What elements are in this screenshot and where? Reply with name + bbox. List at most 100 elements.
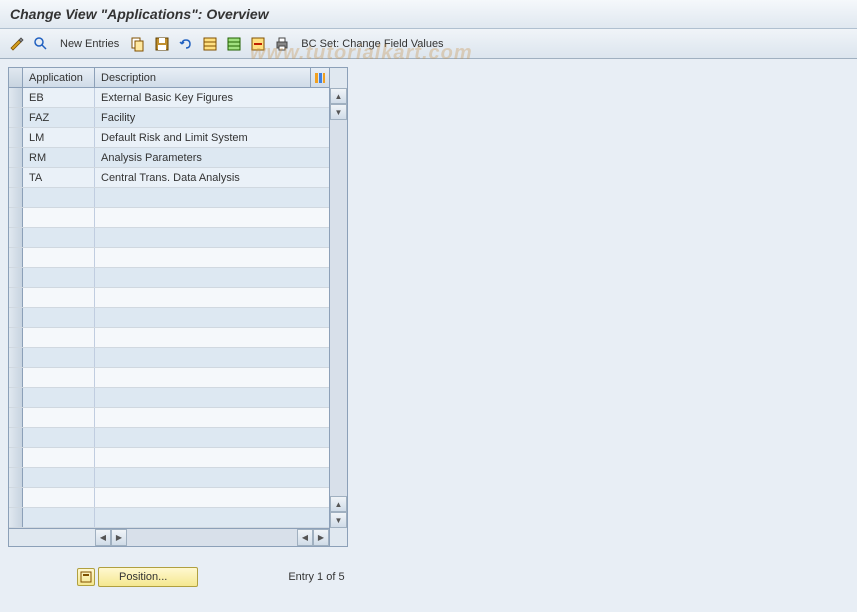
cell-application[interactable] [23, 488, 95, 507]
cell-application[interactable] [23, 248, 95, 267]
column-header-description[interactable]: Description [95, 68, 311, 87]
save-icon[interactable] [153, 35, 171, 53]
table-row: FAZFacility [9, 108, 329, 128]
delete-icon[interactable] [249, 35, 267, 53]
cell-description[interactable]: Facility [95, 108, 329, 127]
row-selector[interactable] [9, 108, 23, 127]
cell-application[interactable]: LM [23, 128, 95, 147]
table-row-empty [9, 208, 329, 228]
cell-application[interactable] [23, 368, 95, 387]
cell-description[interactable] [95, 428, 329, 447]
cell-description[interactable] [95, 288, 329, 307]
cell-application[interactable] [23, 428, 95, 447]
table-row: RMAnalysis Parameters [9, 148, 329, 168]
cell-application[interactable] [23, 468, 95, 487]
cell-application[interactable] [23, 188, 95, 207]
row-selector[interactable] [9, 348, 23, 367]
row-selector[interactable] [9, 288, 23, 307]
cell-description[interactable]: Central Trans. Data Analysis [95, 168, 329, 187]
table-row-empty [9, 508, 329, 528]
row-selector[interactable] [9, 128, 23, 147]
hscroll-left-button[interactable]: ◀ [95, 529, 111, 546]
cell-description[interactable]: Default Risk and Limit System [95, 128, 329, 147]
row-selector[interactable] [9, 328, 23, 347]
cell-application[interactable] [23, 448, 95, 467]
cell-application[interactable] [23, 228, 95, 247]
hscroll-left-button-2[interactable]: ▶ [111, 529, 127, 546]
undo-icon[interactable] [177, 35, 195, 53]
row-selector[interactable] [9, 448, 23, 467]
hscroll-track[interactable] [127, 529, 297, 546]
cell-description[interactable] [95, 448, 329, 467]
select-all-icon[interactable] [201, 35, 219, 53]
row-selector[interactable] [9, 168, 23, 187]
row-selector[interactable] [9, 508, 23, 527]
cell-description[interactable] [95, 328, 329, 347]
row-selector[interactable] [9, 248, 23, 267]
new-entries-button[interactable]: New Entries [56, 36, 123, 52]
cell-description[interactable]: External Basic Key Figures [95, 88, 329, 107]
cell-description[interactable] [95, 268, 329, 287]
cell-description[interactable] [95, 308, 329, 327]
cell-description[interactable] [95, 188, 329, 207]
row-selector[interactable] [9, 368, 23, 387]
print-icon[interactable] [273, 35, 291, 53]
cell-application[interactable]: FAZ [23, 108, 95, 127]
vscroll-track[interactable] [330, 120, 347, 496]
cell-application[interactable]: EB [23, 88, 95, 107]
row-selector[interactable] [9, 468, 23, 487]
table-config-icon[interactable] [311, 68, 329, 87]
cell-application[interactable] [23, 408, 95, 427]
row-selector[interactable] [9, 408, 23, 427]
cell-description[interactable] [95, 368, 329, 387]
toggle-display-icon[interactable] [8, 35, 26, 53]
cell-description[interactable] [95, 248, 329, 267]
cell-description[interactable] [95, 488, 329, 507]
find-icon[interactable] [32, 35, 50, 53]
cell-description[interactable] [95, 408, 329, 427]
row-selector[interactable] [9, 228, 23, 247]
row-selector[interactable] [9, 148, 23, 167]
cell-application[interactable]: TA [23, 168, 95, 187]
cell-application[interactable] [23, 388, 95, 407]
hscroll-right-button[interactable]: ◀ [297, 529, 313, 546]
cell-application[interactable] [23, 348, 95, 367]
cell-application[interactable] [23, 208, 95, 227]
row-selector[interactable] [9, 308, 23, 327]
cell-description[interactable] [95, 388, 329, 407]
cell-application[interactable] [23, 288, 95, 307]
applications-table: Application Description EBExternal Basic… [8, 67, 348, 547]
row-selector[interactable] [9, 88, 23, 107]
vscroll-down-button-2[interactable]: ▼ [330, 512, 347, 528]
cell-description[interactable] [95, 508, 329, 527]
cell-application[interactable] [23, 308, 95, 327]
row-selector[interactable] [9, 268, 23, 287]
table-row-empty [9, 388, 329, 408]
row-selector[interactable] [9, 428, 23, 447]
cell-application[interactable] [23, 328, 95, 347]
position-button[interactable]: Position... [98, 567, 198, 587]
cell-application[interactable]: RM [23, 148, 95, 167]
cell-description[interactable] [95, 228, 329, 247]
cell-application[interactable] [23, 268, 95, 287]
bc-set-button[interactable]: BC Set: Change Field Values [297, 36, 447, 52]
row-selector[interactable] [9, 188, 23, 207]
hscroll-right-button-2[interactable]: ▶ [313, 529, 329, 546]
cell-description[interactable]: Analysis Parameters [95, 148, 329, 167]
cell-description[interactable] [95, 468, 329, 487]
vscroll-down-button[interactable]: ▼ [330, 104, 347, 120]
vscroll-up-button[interactable]: ▲ [330, 88, 347, 104]
copy-icon[interactable] [129, 35, 147, 53]
cell-description[interactable] [95, 348, 329, 367]
cell-description[interactable] [95, 208, 329, 227]
row-selector[interactable] [9, 208, 23, 227]
cell-application[interactable] [23, 508, 95, 527]
table-row-empty [9, 328, 329, 348]
vscroll-up-button-2[interactable]: ▲ [330, 496, 347, 512]
row-selector-header[interactable] [9, 68, 23, 87]
main-content: Application Description EBExternal Basic… [0, 59, 857, 611]
column-header-application[interactable]: Application [23, 68, 95, 87]
row-selector[interactable] [9, 388, 23, 407]
row-selector[interactable] [9, 488, 23, 507]
deselect-all-icon[interactable] [225, 35, 243, 53]
